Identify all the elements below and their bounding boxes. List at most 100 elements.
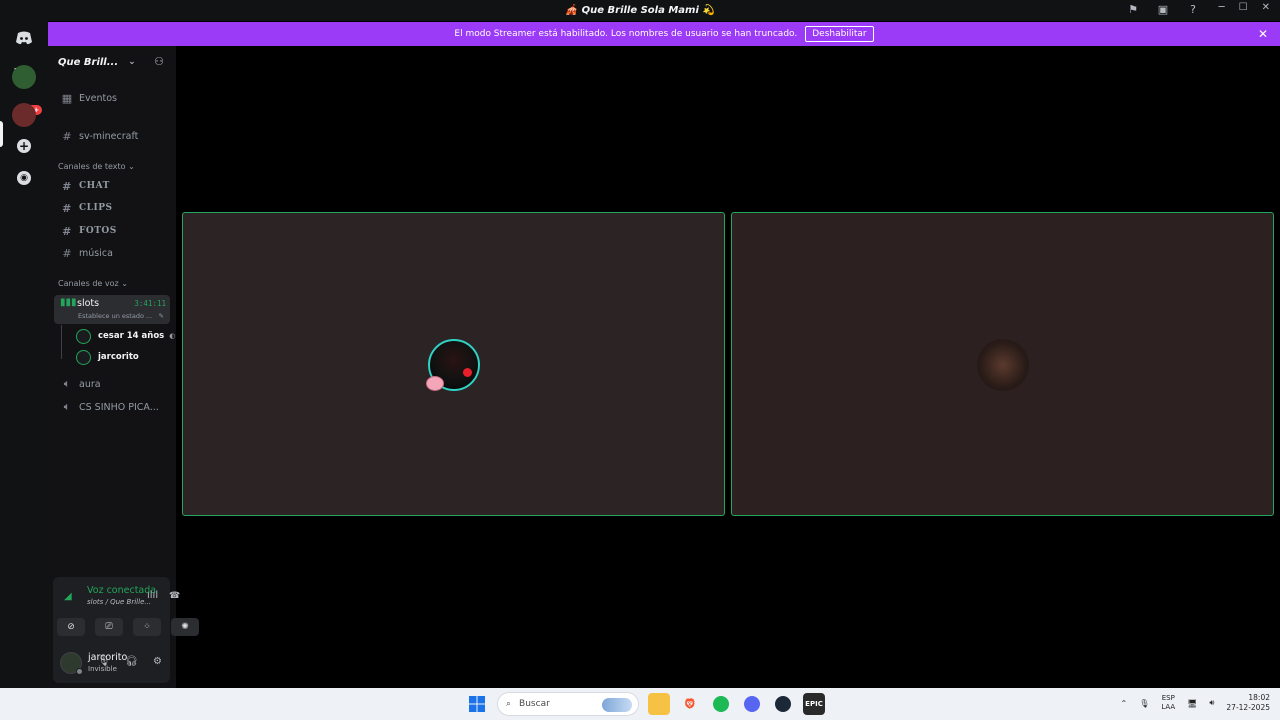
category-label: Canales de texto xyxy=(58,162,126,171)
channel-fotos[interactable]: # FOTOS xyxy=(54,221,170,241)
clock-date: 27-12-2025 xyxy=(1226,703,1270,712)
language-top: ESP xyxy=(1161,694,1175,702)
discord-taskbar-icon[interactable] xyxy=(741,693,763,715)
monitor-icon[interactable]: ▣ xyxy=(1156,3,1170,17)
voice-connected-title: Voz conectada xyxy=(87,585,157,596)
channel-clips[interactable]: # CLIPS xyxy=(54,198,170,218)
window-title: 🎪 Que Brille Sola Mami 💫 xyxy=(565,5,715,16)
voice-activity-icon: ▮▮▮ xyxy=(60,297,77,308)
selected-server-pill xyxy=(0,121,3,147)
volume-icon[interactable]: 🔊︎ xyxy=(1209,698,1214,708)
camera-off-icon[interactable]: ⊘ xyxy=(57,618,85,636)
voice-timer: 3:41:11 xyxy=(134,299,166,308)
hash-icon: # xyxy=(62,246,72,260)
soundboard-icon[interactable]: ✺ xyxy=(171,618,199,636)
category-label: Canales de voz xyxy=(58,279,119,288)
voice-tile-2[interactable] xyxy=(731,212,1274,516)
server-emoji-icon: 🎪 xyxy=(565,5,578,16)
channel-label: sv-minecraft xyxy=(79,130,139,142)
spotify-icon[interactable] xyxy=(710,693,732,715)
headphones-icon[interactable]: 🎧︎ xyxy=(125,656,138,667)
network-icon[interactable]: 🖥︎ xyxy=(1187,699,1197,708)
disconnect-icon[interactable]: ☎ xyxy=(169,591,180,601)
inbox-icon[interactable]: ⚑ xyxy=(1126,3,1140,17)
user-panel: ◢ Voz conectada slots / Que Brille... ıl… xyxy=(53,577,199,683)
voice-channel-name: slots xyxy=(77,298,100,309)
participant-avatar xyxy=(977,339,1029,391)
disable-streamer-button[interactable]: Deshabilitar xyxy=(805,26,874,42)
screen-share-icon[interactable]: ⎚ xyxy=(95,618,123,636)
events-item[interactable]: ▦ Eventos xyxy=(54,88,170,108)
voice-user[interactable]: cesar 14 años ◐ xyxy=(76,326,175,346)
server-name: Que Brill... xyxy=(58,56,119,68)
server-icon-1[interactable] xyxy=(12,65,36,89)
search-highlight-image xyxy=(602,698,632,712)
activities-icon[interactable]: ⁘ xyxy=(133,618,161,636)
steam-icon[interactable] xyxy=(772,693,794,715)
tree-line xyxy=(61,325,62,359)
window-title-text: Que Brille Sola Mami 💫 xyxy=(581,5,715,16)
channel-musica[interactable]: # música xyxy=(54,243,170,263)
voice-connected-subtitle[interactable]: slots / Que Brille... xyxy=(87,598,151,606)
signal-icon[interactable]: ◢ xyxy=(64,591,72,602)
voice-category[interactable]: Canales de voz ⌄ xyxy=(58,279,128,288)
brave-icon[interactable]: 🦁︎ xyxy=(679,693,701,715)
hash-icon: # xyxy=(62,129,72,143)
add-server-icon[interactable]: + xyxy=(12,134,36,158)
voice-tile-1[interactable] xyxy=(182,212,725,516)
noise-suppression-icon[interactable]: ılıl xyxy=(147,590,158,601)
calendar-icon: ▦ xyxy=(61,91,73,105)
microphone-icon[interactable]: 🎙︎ xyxy=(98,656,111,667)
taskbar-search[interactable]: ⌕ Buscar xyxy=(497,692,639,716)
voice-channel-aura[interactable]: 🔈︎ aura xyxy=(54,374,170,394)
speaker-icon: 🔈︎ xyxy=(63,377,71,390)
avatar xyxy=(76,349,91,365)
search-placeholder: Buscar xyxy=(519,699,550,709)
hash-icon: # xyxy=(62,224,72,238)
streamer-mode-banner: El modo Streamer está habilitado. Los no… xyxy=(48,22,1280,46)
channel-label: aura xyxy=(79,378,101,390)
title-bar: 🎪 Que Brille Sola Mami 💫 ⚑ ▣ ? ─ ☐ ✕ xyxy=(0,0,1280,21)
heart-decoration xyxy=(463,368,472,377)
channel-chat[interactable]: # CHAT xyxy=(54,176,170,196)
help-icon[interactable]: ? xyxy=(1186,3,1200,17)
edit-icon[interactable]: ✎ xyxy=(159,312,164,320)
avatar xyxy=(76,328,91,344)
channel-label: música xyxy=(79,247,113,259)
mic-tray-icon[interactable]: 🎙︎ xyxy=(1139,699,1149,708)
gear-icon[interactable]: ⚙ xyxy=(153,656,162,667)
channel-sv-minecraft[interactable]: # sv-minecraft xyxy=(54,126,170,146)
hash-icon: # xyxy=(62,179,72,193)
windows-start-icon[interactable] xyxy=(466,693,488,715)
chevron-up-icon[interactable]: ⌃ xyxy=(1121,699,1128,708)
voice-channel-cs[interactable]: 🔈︎ CS SINHO PICA... xyxy=(54,397,170,417)
server-icon-2[interactable] xyxy=(12,103,36,127)
server-header[interactable]: Que Brill... ⌄ ⚇ xyxy=(48,46,176,78)
epic-games-icon[interactable]: EPIC xyxy=(803,693,825,715)
channel-sidebar: Que Brill... ⌄ ⚇ ▦ Eventos # sv-minecraf… xyxy=(48,46,199,688)
search-icon: ⌕ xyxy=(506,699,512,709)
clock[interactable]: 18:02 27-12-2025 xyxy=(1226,693,1270,713)
voice-user[interactable]: jarcorito xyxy=(76,347,139,367)
events-label: Eventos xyxy=(79,92,117,104)
text-category[interactable]: Canales de texto ⌄ xyxy=(58,162,135,171)
close-window-icon[interactable]: ✕ xyxy=(1262,2,1270,13)
voice-user-name: cesar 14 años xyxy=(98,331,165,341)
voice-user-name: jarcorito xyxy=(98,352,139,362)
hash-icon: # xyxy=(62,201,72,215)
file-explorer-icon[interactable] xyxy=(648,693,670,715)
invite-icon[interactable]: ⚇ xyxy=(154,55,164,68)
channel-label: CHAT xyxy=(79,181,110,191)
discord-home-icon[interactable] xyxy=(12,26,36,50)
voice-status-text[interactable]: Establece un estado ... xyxy=(78,312,152,320)
status-dot xyxy=(76,668,83,675)
explore-icon[interactable]: ◉ xyxy=(12,166,36,190)
minimize-icon[interactable]: ─ xyxy=(1219,2,1225,13)
close-banner-icon[interactable]: ✕ xyxy=(1258,27,1268,41)
channel-label: CS SINHO PICA... xyxy=(79,401,159,413)
channel-label: FOTOS xyxy=(79,226,117,236)
maximize-icon[interactable]: ☐ xyxy=(1239,2,1248,13)
language-indicator[interactable]: ESP LAA xyxy=(1161,694,1175,712)
banner-message: El modo Streamer está habilitado. Los no… xyxy=(454,29,798,39)
voice-channel-slots[interactable]: ▮▮▮ slots 3:41:11 Establece un estado ..… xyxy=(54,295,170,324)
